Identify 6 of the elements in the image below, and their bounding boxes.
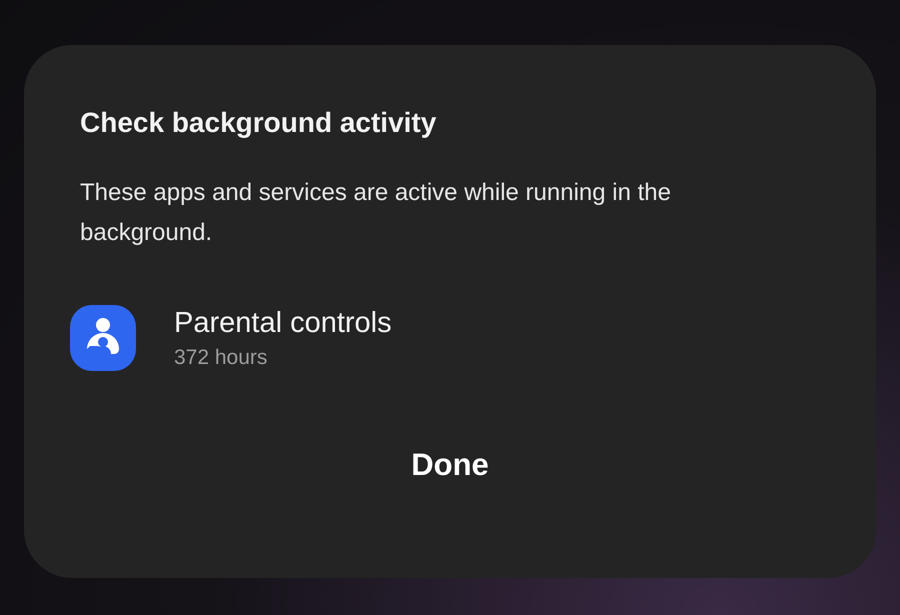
dialog-message: These apps and services are active while running in the background.: [80, 178, 672, 248]
app-name[interactable]: Parental controls: [174, 306, 392, 340]
person-icon: [70, 305, 136, 371]
done-button[interactable]: Done: [391, 439, 509, 491]
dialog-title: Check background activity: [80, 107, 438, 139]
usage-text: 372 hours: [174, 346, 268, 370]
